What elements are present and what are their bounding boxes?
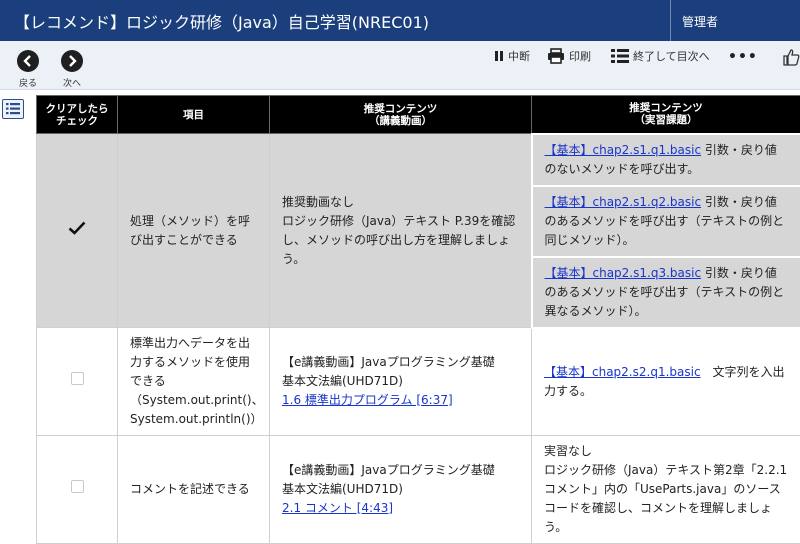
recommend-table: クリアしたらチェック 項目 推奨コンテンツ（講義動画） 推奨コンテンツ（実習課題…	[36, 95, 800, 544]
finish-to-toc-button[interactable]: 終了して目次へ	[611, 48, 710, 64]
lecture-cell: 【e講義動画】Javaプログラミング基礎 基本文法編(UHD71D) 1.6 標…	[270, 328, 532, 436]
checkmark-icon	[68, 221, 86, 235]
finish-label: 終了して目次へ	[633, 48, 710, 64]
lecture-cell: 推奨動画なし ロジック研修（Java）テキスト P.39を確認し、メソッドの呼び…	[270, 134, 532, 328]
next-label: 次へ	[57, 76, 87, 89]
clear-check-cell[interactable]	[37, 436, 118, 544]
practice-cell: 【基本】chap2.s2.q1.basic 文字列を入出力する。	[532, 328, 800, 436]
item-cell: 処理（メソッド）を呼び出すことができる	[118, 134, 270, 328]
lecture-video-link[interactable]: 2.1 コメント [4:43]	[282, 501, 393, 515]
practice-link[interactable]: 【基本】chap2.s2.q1.basic	[544, 365, 701, 379]
item-cell: コメントを記述できる	[118, 436, 270, 544]
more-options-icon[interactable]: •••	[728, 49, 758, 65]
pause-label: 中断	[508, 48, 530, 64]
item-cell: 標準出力へデータを出力するメソッドを使用できる （System.out.prin…	[118, 328, 270, 436]
header-divider	[670, 0, 671, 41]
recommend-table-container: クリアしたらチェック 項目 推奨コンテンツ（講義動画） 推奨コンテンツ（実習課題…	[36, 95, 800, 544]
next-button[interactable]: 次へ	[57, 50, 87, 89]
pause-button[interactable]: 中断	[494, 48, 530, 64]
practice-link[interactable]: 【基本】chap2.s1.q2.basic	[545, 195, 702, 209]
header-check: クリアしたらチェック	[37, 96, 118, 134]
table-row: 標準出力へデータを出力するメソッドを使用できる （System.out.prin…	[37, 328, 800, 436]
practice-link[interactable]: 【基本】chap2.s1.q1.basic	[545, 143, 702, 157]
practice-link[interactable]: 【基本】chap2.s1.q3.basic	[545, 266, 702, 280]
header-lecture: 推奨コンテンツ（講義動画）	[270, 96, 532, 134]
next-arrow-icon	[61, 50, 83, 72]
pause-icon	[494, 50, 504, 62]
lecture-video-link[interactable]: 1.6 標準出力プログラム [6:37]	[282, 393, 453, 407]
app-header: 【レコメンド】ロジック研修（Java）自己学習(NREC01) 管理者	[0, 0, 800, 41]
thumbs-up-icon[interactable]	[782, 48, 800, 70]
table-row: コメントを記述できる 【e講義動画】Javaプログラミング基礎 基本文法編(UH…	[37, 436, 800, 544]
header-item: 項目	[118, 96, 270, 134]
print-button[interactable]: 印刷	[547, 48, 591, 64]
left-sidebar	[0, 90, 32, 505]
back-arrow-icon	[17, 50, 39, 72]
toc-list-icon	[611, 49, 629, 63]
practice-cell: 【基本】chap2.s1.q3.basic 引数・戻り値のあるメソッドを呼び出す…	[532, 257, 800, 328]
print-label: 印刷	[569, 48, 591, 64]
practice-cell: 実習なし ロジック研修（Java）テキスト第2章「2.2.1 コメント」内の「U…	[532, 436, 800, 544]
unchecked-checkbox[interactable]	[71, 372, 84, 385]
back-button[interactable]: 戻る	[13, 50, 43, 89]
practice-cell: 【基本】chap2.s1.q2.basic 引数・戻り値のあるメソッドを呼び出す…	[532, 186, 800, 257]
contents-list-icon[interactable]	[2, 99, 24, 119]
user-name[interactable]: 管理者	[682, 13, 718, 30]
toolbar: 戻る 次へ 中断 印刷 終了して目次へ •••	[0, 41, 800, 90]
back-label: 戻る	[13, 76, 43, 89]
unchecked-checkbox[interactable]	[71, 480, 84, 493]
clear-check-cell[interactable]	[37, 328, 118, 436]
header-practice: 推奨コンテンツ（実習課題）	[532, 96, 800, 134]
lecture-cell: 【e講義動画】Javaプログラミング基礎 基本文法編(UHD71D) 2.1 コ…	[270, 436, 532, 544]
page-title: 【レコメンド】ロジック研修（Java）自己学習(NREC01)	[14, 9, 429, 33]
practice-cell: 【基本】chap2.s1.q1.basic 引数・戻り値のないメソッドを呼び出す…	[532, 134, 800, 186]
clear-check-cell[interactable]	[37, 134, 118, 328]
printer-icon	[547, 48, 565, 64]
table-header-row: クリアしたらチェック 項目 推奨コンテンツ（講義動画） 推奨コンテンツ（実習課題…	[37, 96, 800, 134]
table-row: 処理（メソッド）を呼び出すことができる 推奨動画なし ロジック研修（Java）テ…	[37, 134, 800, 186]
